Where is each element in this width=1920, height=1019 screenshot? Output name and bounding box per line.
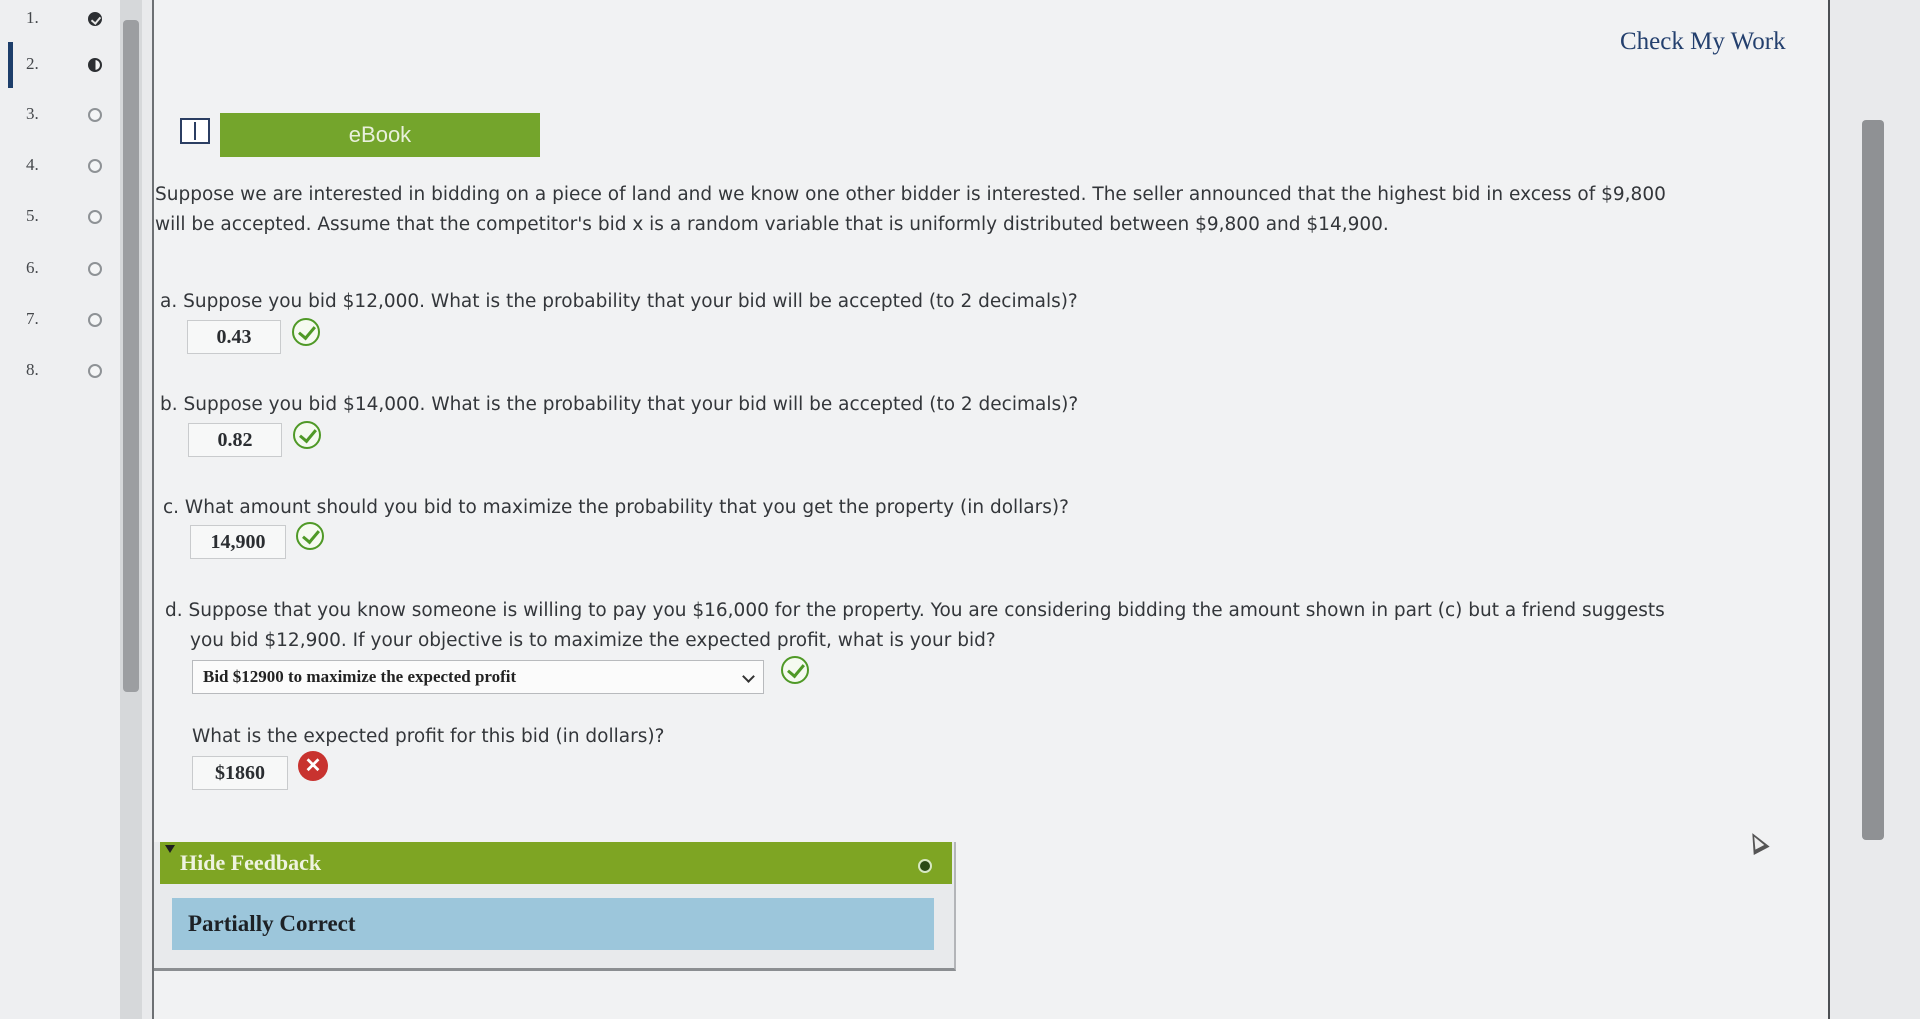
question-number: 2. <box>26 54 39 73</box>
correct-check-icon <box>296 522 324 550</box>
question-number: 5. <box>26 206 39 225</box>
expected-profit-input[interactable]: $1860 <box>192 756 288 790</box>
problem-intro-line-2: will be accepted. Assume that the compet… <box>155 214 1389 235</box>
open-status-icon <box>88 364 102 378</box>
bid-choice-select[interactable]: Bid $12900 to maximize the expected prof… <box>192 660 764 694</box>
problem-intro-line-1: Suppose we are interested in bidding on … <box>155 184 1666 205</box>
nav-question-2[interactable]: 2. <box>0 46 125 86</box>
nav-question-6[interactable]: 6. <box>0 250 125 290</box>
page-scrollbar-thumb[interactable] <box>1862 120 1884 840</box>
nav-question-1[interactable]: 1. <box>0 0 125 40</box>
completed-status-icon <box>88 12 102 26</box>
question-nav: 1. 2. 3. 4. 5. 6. 7. 8. <box>0 0 130 1019</box>
correct-check-icon <box>293 421 321 449</box>
question-number: 1. <box>26 8 39 27</box>
question-number: 3. <box>26 104 39 123</box>
feedback-result-banner: Partially Correct <box>172 898 934 950</box>
correct-check-icon <box>781 656 809 684</box>
answer-a-input[interactable]: 0.43 <box>187 320 281 354</box>
nav-question-8[interactable]: 8. <box>0 352 125 392</box>
question-number: 8. <box>26 360 39 379</box>
status-dot-icon <box>918 859 932 873</box>
chevron-down-icon <box>742 670 755 683</box>
book-icon <box>180 118 210 144</box>
bid-choice-selected-value: Bid $12900 to maximize the expected prof… <box>203 667 517 686</box>
correct-check-icon <box>292 318 320 346</box>
open-status-icon <box>88 159 102 173</box>
question-number: 7. <box>26 309 39 328</box>
question-a: a. Suppose you bid $12,000. What is the … <box>160 291 1078 312</box>
check-my-work-link[interactable]: Check My Work <box>1620 28 1786 56</box>
nav-scrollbar-thumb[interactable] <box>123 20 139 692</box>
expected-profit-question: What is the expected profit for this bid… <box>192 726 665 747</box>
nav-question-5[interactable]: 5. <box>0 198 125 238</box>
question-d-line-1: d. Suppose that you know someone is will… <box>165 600 1665 621</box>
hide-feedback-toggle[interactable]: Hide Feedback <box>160 842 952 884</box>
partial-status-icon <box>88 58 102 72</box>
open-status-icon <box>88 262 102 276</box>
question-number: 4. <box>26 155 39 174</box>
answer-b-input[interactable]: 0.82 <box>188 423 282 457</box>
answer-c-input[interactable]: 14,900 <box>190 525 286 559</box>
ebook-button[interactable]: eBook <box>220 113 540 157</box>
open-status-icon <box>88 210 102 224</box>
open-status-icon <box>88 313 102 327</box>
question-c: c. What amount should you bid to maximiz… <box>163 497 1069 518</box>
nav-question-3[interactable]: 3. <box>0 96 125 136</box>
incorrect-x-icon: ✕ <box>298 751 328 781</box>
question-b: b. Suppose you bid $14,000. What is the … <box>160 394 1079 415</box>
question-d-line-2: you bid $12,900. If your objective is to… <box>190 630 996 651</box>
nav-question-4[interactable]: 4. <box>0 147 125 187</box>
open-status-icon <box>88 108 102 122</box>
nav-question-7[interactable]: 7. <box>0 301 125 341</box>
caret-down-icon <box>165 845 175 853</box>
question-number: 6. <box>26 258 39 277</box>
